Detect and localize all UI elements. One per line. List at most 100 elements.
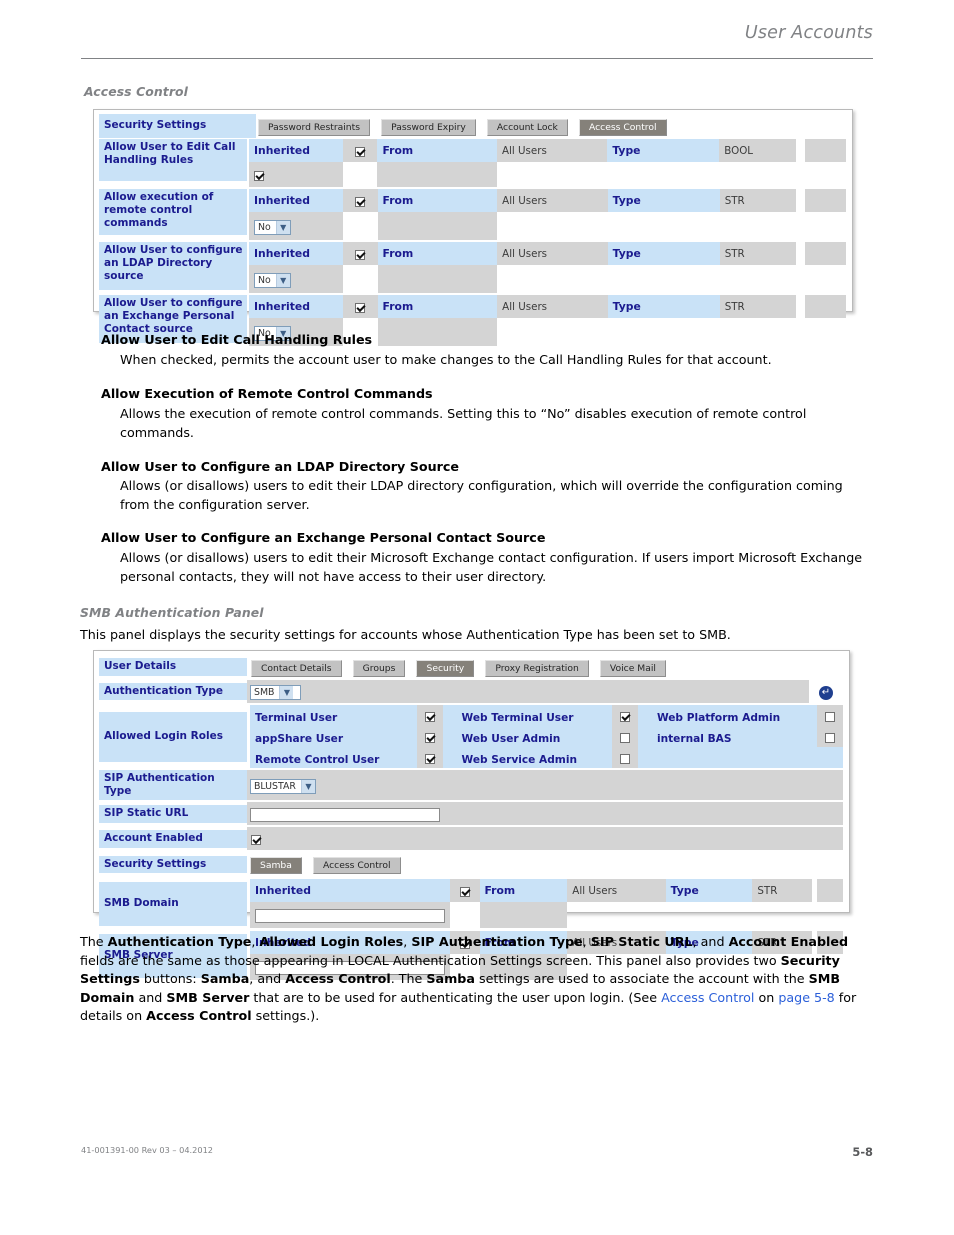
account-enabled-value-cell[interactable] <box>247 827 843 851</box>
role-terminal-user-label: Terminal User <box>250 705 417 726</box>
inherited-checkbox[interactable] <box>459 886 470 897</box>
role-web-platform-admin-checkbox[interactable] <box>824 711 835 722</box>
chevron-down-icon[interactable]: ▼ <box>300 779 315 793</box>
role-terminal-user-checkbox-cell[interactable] <box>416 705 443 726</box>
samba-button[interactable]: Samba <box>250 857 302 875</box>
access-control-button[interactable]: Access Control <box>312 857 401 875</box>
chevron-down-icon[interactable]: ▼ <box>279 686 294 699</box>
footer-document-id: 41-001391-00 Rev 03 – 04.2012 <box>81 1145 213 1155</box>
link-access-control[interactable]: Access Control <box>661 990 754 1005</box>
row-control-cell[interactable]: No ▼ <box>249 212 343 240</box>
row-end-pad <box>377 265 498 293</box>
row-label-edit-call-handling: Allow User to Edit Call Handling Rules <box>99 139 247 181</box>
sip-static-url-input[interactable] <box>250 807 440 822</box>
chevron-down-icon[interactable]: ▼ <box>275 220 290 234</box>
row-label-ldap-directory-source: Allow User to configure an LDAP Director… <box>99 242 247 290</box>
type-value: STR <box>719 242 796 265</box>
smb-domain-input[interactable] <box>255 909 445 924</box>
sip-authentication-type-select[interactable]: BLUSTAR ▼ <box>250 778 316 794</box>
from-label: From <box>377 139 497 162</box>
tab-account-lock[interactable]: Account Lock <box>486 119 568 136</box>
cp-b5: Account Enabled <box>728 934 849 949</box>
cp-b7: Samba <box>200 971 250 987</box>
footer-page-number: 5-8 <box>852 1145 873 1159</box>
inherited-checkbox-cell[interactable] <box>342 295 378 318</box>
tab-contact-details[interactable]: Contact Details <box>251 660 342 677</box>
row-control-cell[interactable]: No ▼ <box>249 265 343 293</box>
inherited-label: Inherited <box>249 295 343 318</box>
cp-b9: Samba <box>426 971 475 987</box>
security-settings-label: Security Settings <box>99 114 256 138</box>
role-internal-bas-checkbox[interactable] <box>824 732 835 743</box>
sip-static-url-value-cell[interactable] <box>247 802 843 826</box>
return-icon-cell[interactable]: ↵ <box>809 680 843 703</box>
tab-security[interactable]: Security <box>416 660 475 677</box>
account-enabled-checkbox[interactable] <box>251 834 261 845</box>
cp-t10: settings are used to associate the accou… <box>474 971 809 987</box>
remote-control-commands-select[interactable]: No ▼ <box>254 219 291 235</box>
tab-voice-mail[interactable]: Voice Mail <box>599 660 666 677</box>
from-label: From <box>479 879 568 903</box>
role-terminal-user-checkbox[interactable] <box>424 711 435 722</box>
inherited-checkbox-cell[interactable] <box>342 189 378 212</box>
authentication-type-select[interactable]: SMB ▼ <box>250 685 301 700</box>
role-web-terminal-user-checkbox[interactable] <box>619 711 630 722</box>
role-empty-label <box>651 747 817 768</box>
cp-t13: on <box>754 989 779 1005</box>
role-appshare-user-checkbox-cell[interactable] <box>416 726 443 747</box>
account-enabled-label: Account Enabled <box>99 830 247 848</box>
table-row: SMB Domain Inherited From All Users Type… <box>99 879 843 929</box>
tab-password-expiry[interactable]: Password Expiry <box>381 119 476 136</box>
header-divider <box>81 58 873 59</box>
inherited-checkbox[interactable] <box>355 146 366 157</box>
page-header: User Accounts <box>0 0 954 62</box>
role-web-user-admin-checkbox[interactable] <box>619 732 630 743</box>
ldap-directory-source-select[interactable]: No ▼ <box>254 272 291 288</box>
definition-text-4: Allows (or disallows) users to edit thei… <box>120 550 863 584</box>
inherited-checkbox[interactable] <box>355 249 366 260</box>
cp-t11: and <box>134 989 167 1005</box>
from-value: All Users <box>496 139 608 162</box>
role-appshare-user-checkbox[interactable] <box>424 732 435 743</box>
inherited-checkbox[interactable] <box>355 302 366 313</box>
tab-proxy-registration[interactable]: Proxy Registration <box>485 660 589 677</box>
link-page-5-8[interactable]: page 5-8 <box>778 990 834 1005</box>
row-control-cell[interactable] <box>249 162 343 187</box>
inherited-label: Inherited <box>249 139 343 162</box>
spacer <box>450 902 480 929</box>
allow-edit-call-handling-checkbox[interactable] <box>254 170 264 181</box>
role-remote-control-user-checkbox[interactable] <box>424 753 435 764</box>
role-web-terminal-user-checkbox-cell[interactable] <box>611 705 638 726</box>
chevron-down-icon[interactable]: ▼ <box>275 273 290 287</box>
section-heading-access-control: Access Control <box>84 84 188 99</box>
role-web-service-admin-label: Web Service Admin <box>456 747 612 768</box>
inherited-label: Inherited <box>249 242 343 265</box>
role-remote-control-user-checkbox-cell[interactable] <box>416 747 443 768</box>
role-internal-bas-checkbox-cell[interactable] <box>816 726 843 747</box>
inherited-checkbox[interactable] <box>355 196 366 207</box>
cp-t9: . The <box>390 971 427 987</box>
table-row: Allow User to configure an LDAP Director… <box>99 242 846 293</box>
definition-text-1: When checked, permits the account user t… <box>120 352 772 367</box>
account-enabled-row: Account Enabled <box>99 827 843 851</box>
inherited-checkbox-cell[interactable] <box>450 879 480 903</box>
smb-domain-input-cell[interactable] <box>250 902 450 929</box>
inherited-checkbox-cell[interactable] <box>342 242 378 265</box>
type-label: Type <box>665 879 753 903</box>
authentication-type-label: Authentication Type <box>99 682 247 701</box>
role-web-platform-admin-checkbox-cell[interactable] <box>816 705 843 726</box>
row-label-remote-control-commands: Allow execution of remote control comman… <box>99 189 247 235</box>
inherited-checkbox-cell[interactable] <box>342 139 378 162</box>
tab-access-control[interactable]: Access Control <box>578 119 667 136</box>
role-web-user-admin-checkbox-cell[interactable] <box>611 726 638 747</box>
tab-password-restraints[interactable]: Password Restraints <box>258 119 371 136</box>
tab-groups[interactable]: Groups <box>352 660 406 677</box>
return-arrow-icon[interactable]: ↵ <box>819 685 833 700</box>
from-value: All Users <box>497 189 608 212</box>
role-web-service-admin-checkbox-cell[interactable] <box>611 747 638 768</box>
smb-domain-label: SMB Domain <box>99 881 247 926</box>
role-web-service-admin-checkbox[interactable] <box>619 753 630 764</box>
from-label: From <box>377 189 498 212</box>
sip-authentication-type-value-cell[interactable]: BLUSTAR ▼ <box>247 770 843 801</box>
authentication-type-value-cell[interactable]: SMB ▼ <box>247 680 809 703</box>
